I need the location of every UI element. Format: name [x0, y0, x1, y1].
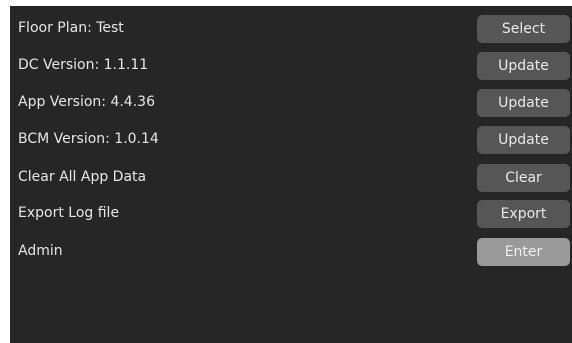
dc-version-row: DC Version: 1.1.11 Update	[10, 50, 572, 80]
clear-button[interactable]: Clear	[477, 164, 570, 192]
app-version-row: App Version: 4.4.36 Update	[10, 87, 572, 117]
clear-data-label: Clear All App Data	[18, 169, 147, 185]
floor-plan-row: Floor Plan: Test Select	[10, 13, 572, 43]
admin-label: Admin	[18, 243, 63, 259]
select-button[interactable]: Select	[477, 15, 570, 43]
settings-screen: Floor Plan: Test Select DC Version: 1.1.…	[10, 6, 572, 343]
bcm-version-label: BCM Version: 1.0.14	[18, 131, 159, 147]
enter-button[interactable]: Enter	[477, 238, 570, 266]
bcm-update-button[interactable]: Update	[477, 126, 570, 154]
app-version-label: App Version: 4.4.36	[18, 94, 155, 110]
export-button[interactable]: Export	[477, 200, 570, 228]
clear-data-row: Clear All App Data Clear	[10, 162, 572, 192]
dc-update-button[interactable]: Update	[477, 52, 570, 80]
bcm-version-row: BCM Version: 1.0.14 Update	[10, 124, 572, 154]
export-log-row: Export Log file Export	[10, 198, 572, 228]
app-update-button[interactable]: Update	[477, 89, 570, 117]
admin-row: Admin Enter	[10, 236, 572, 266]
dc-version-label: DC Version: 1.1.11	[18, 57, 149, 73]
floor-plan-label: Floor Plan: Test	[18, 20, 124, 36]
export-log-label: Export Log file	[18, 205, 120, 221]
